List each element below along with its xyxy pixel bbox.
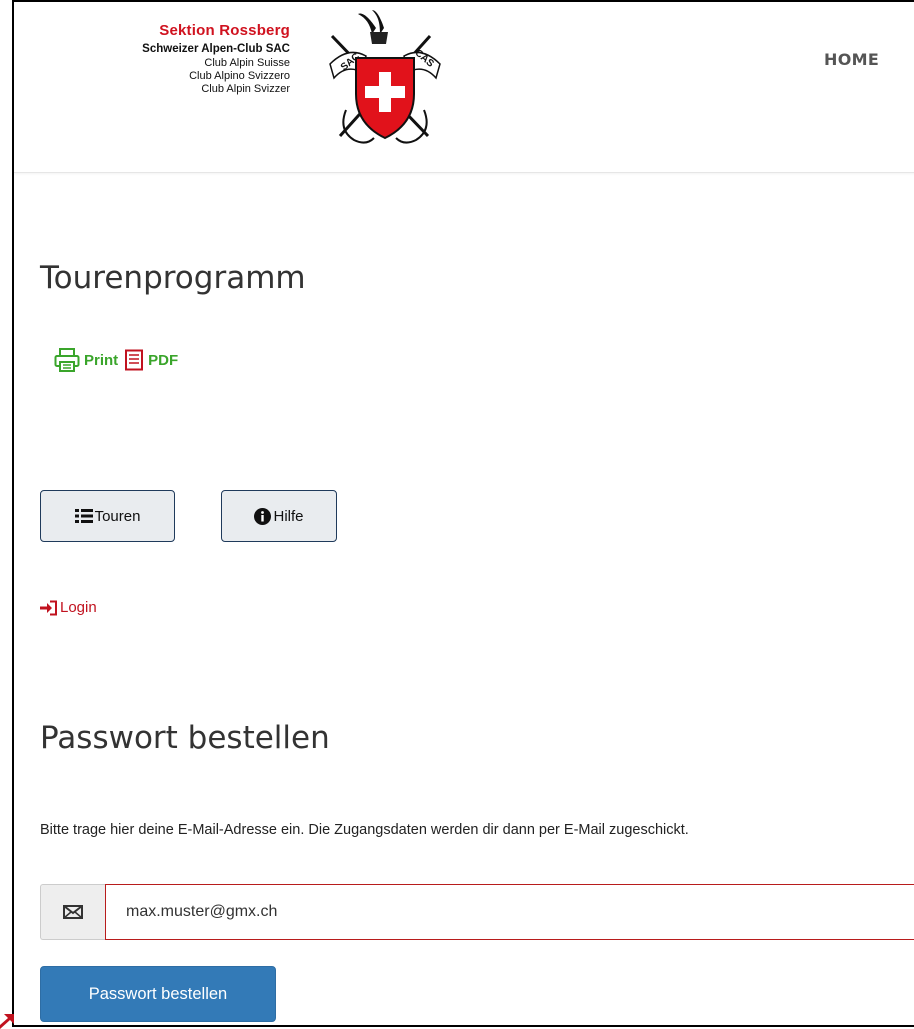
pdf-button[interactable]: PDF (124, 349, 178, 371)
email-addon (40, 884, 105, 940)
email-input-group (40, 884, 914, 940)
login-label: Login (60, 599, 97, 616)
club-name-rm: Club Alpin Svizzer (201, 83, 290, 95)
club-name-de: Schweizer Alpen-Club SAC (142, 43, 290, 55)
club-logo-text[interactable]: Sektion Rossberg Schweizer Alpen-Club SA… (54, 22, 290, 96)
document-icon (125, 349, 144, 371)
order-password-button[interactable]: Passwort bestellen (40, 966, 276, 1022)
email-field[interactable] (105, 884, 914, 940)
touren-label: Touren (94, 507, 141, 525)
print-label: Print (84, 351, 119, 369)
club-name-it: Club Alpino Svizzero (189, 70, 290, 82)
instruction-text: Bitte trage hier deine E-Mail-Adresse ei… (40, 822, 689, 838)
pdf-label: PDF (148, 351, 179, 369)
annotation-arrow (0, 1014, 14, 1029)
page-title: Tourenprogramm (40, 260, 306, 296)
export-tools: Print PDF (54, 348, 178, 372)
browser-viewport: Sektion Rossberg Schweizer Alpen-Club SA… (12, 0, 914, 1027)
envelope-icon (63, 905, 83, 919)
club-name-fr: Club Alpin Suisse (204, 57, 290, 69)
password-section-title: Passwort bestellen (40, 720, 330, 756)
hilfe-button[interactable]: Hilfe (221, 490, 337, 542)
sac-emblem-logo[interactable]: SAC CAS (310, 6, 460, 156)
printer-icon (54, 348, 80, 372)
info-circle-icon (254, 507, 272, 525)
list-icon (74, 509, 93, 523)
login-link[interactable]: Login (40, 599, 97, 616)
touren-button[interactable]: Touren (40, 490, 175, 542)
sign-in-icon (40, 600, 57, 615)
nav-home-link[interactable]: HOME (824, 50, 879, 69)
print-button[interactable]: Print (54, 348, 118, 372)
hilfe-label: Hilfe (273, 507, 304, 525)
site-header: Sektion Rossberg Schweizer Alpen-Club SA… (14, 2, 914, 173)
section-name: Sektion Rossberg (159, 22, 290, 39)
